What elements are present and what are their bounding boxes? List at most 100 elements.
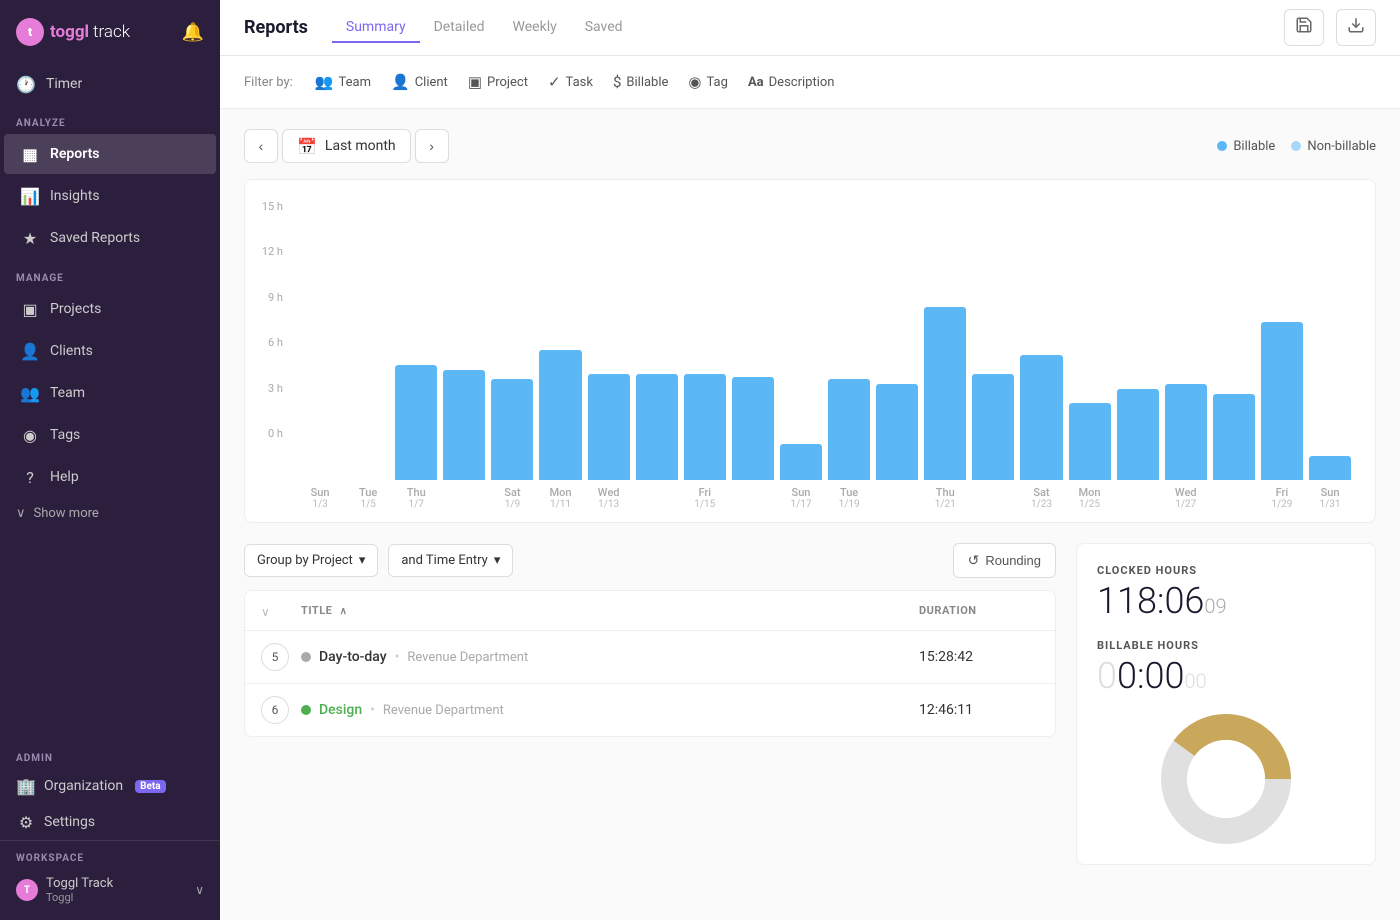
chart-bar-group	[539, 240, 581, 480]
logo-toggl: toggl	[50, 22, 89, 42]
y-label-9h: 9 h	[261, 291, 283, 304]
sidebar-item-settings[interactable]: ⚙ Settings	[0, 804, 220, 840]
tab-saved[interactable]: Saved	[571, 13, 637, 43]
chart-bar[interactable]	[1309, 456, 1351, 480]
clocked-hours-block: CLOCKED HOURS 118:0609	[1097, 564, 1355, 619]
chart-y-labels: 15 h 12 h 9 h 6 h 3 h 0 h	[261, 200, 291, 440]
rounding-button[interactable]: ↺ Rounding	[953, 543, 1056, 578]
chart-bar[interactable]	[1261, 322, 1303, 480]
workspace-section: WORKSPACE T Toggl Track Toggl ∨	[0, 840, 220, 920]
insights-icon: 📊	[20, 186, 40, 206]
clocked-hours-seconds: 09	[1204, 594, 1226, 618]
sidebar-item-organization[interactable]: 🏢 Organization Beta	[0, 768, 220, 804]
filter-description[interactable]: Aa Description	[738, 70, 845, 95]
filter-task[interactable]: ✓ Task	[538, 68, 603, 96]
group-by-select[interactable]: Group by Project ▾	[244, 544, 378, 577]
sidebar-item-insights[interactable]: 📊 Insights	[4, 176, 216, 216]
settings-label: Settings	[44, 814, 95, 830]
chart-x-labels: Sun1/3Tue1/5Thu1/7Sat1/9Mon1/11Wed1/13Fr…	[291, 480, 1359, 510]
client-name-1: Revenue Department	[407, 650, 528, 665]
project-filter-label: Project	[487, 75, 528, 90]
page-title: Reports	[244, 17, 308, 38]
project-dot-2	[301, 705, 311, 715]
task-filter-label: Task	[566, 75, 593, 90]
col-num-header: ∨	[261, 601, 301, 620]
chart-bar[interactable]	[539, 350, 581, 480]
bottom-section: Group by Project ▾ and Time Entry ▾ ↺ Ro…	[244, 543, 1376, 865]
filter-project[interactable]: ▣ Project	[458, 68, 538, 96]
sidebar-item-reports[interactable]: ▦ Reports	[4, 134, 216, 174]
col-duration-header[interactable]: DURATION	[919, 604, 1039, 617]
chart-bar-group	[443, 240, 485, 480]
tab-detailed[interactable]: Detailed	[420, 13, 499, 43]
chart-bar-group	[876, 240, 918, 480]
sidebar-item-tags[interactable]: ◉ Tags	[4, 415, 216, 455]
filter-billable[interactable]: $ Billable	[603, 68, 678, 96]
sidebar-item-team[interactable]: 👥 Team	[4, 373, 216, 413]
team-filter-icon: 👥	[315, 73, 334, 91]
row-duration-1: 15:28:42	[919, 649, 1039, 665]
settings-icon: ⚙	[16, 812, 36, 832]
chart-bar[interactable]	[443, 370, 485, 480]
project-dot-1	[301, 652, 311, 662]
show-more-button[interactable]: ∨ Show more	[0, 498, 220, 529]
row-title-1[interactable]: Day-to-day • Revenue Department	[301, 649, 919, 665]
show-more-label: Show more	[34, 506, 99, 521]
group-by-chevron: ▾	[359, 553, 366, 568]
chart-bar[interactable]	[732, 377, 774, 480]
filter-client[interactable]: 👤 Client	[381, 68, 458, 96]
billable-hours-label: BILLABLE HOURS	[1097, 639, 1355, 652]
sidebar-item-projects[interactable]: ▣ Projects	[4, 289, 216, 329]
chart-bar[interactable]	[1069, 403, 1111, 480]
pie-svg	[1161, 714, 1291, 844]
and-time-entry-select[interactable]: and Time Entry ▾	[388, 544, 513, 577]
chart-bar-group	[636, 240, 678, 480]
prev-date-button[interactable]: ‹	[244, 129, 278, 163]
chart-bar[interactable]	[1165, 384, 1207, 480]
timer-item[interactable]: 🕐 Timer	[0, 64, 220, 104]
description-filter-icon: Aa	[748, 75, 764, 90]
chart-legend: Billable Non-billable	[1217, 139, 1376, 154]
workspace-avatar: T	[16, 879, 38, 901]
chart-bar[interactable]	[1020, 355, 1062, 480]
num-badge-2: 6	[261, 696, 289, 724]
col-title-header[interactable]: TITLE ∧	[301, 604, 919, 617]
sidebar-bottom: ADMIN 🏢 Organization Beta ⚙ Settings WOR…	[0, 739, 220, 920]
help-label: Help	[50, 469, 79, 485]
x-label: Tue1/19	[828, 486, 870, 510]
row-title-2[interactable]: Design • Revenue Department	[301, 702, 919, 718]
chart-bar[interactable]	[491, 379, 533, 480]
chart-bar[interactable]	[588, 374, 630, 480]
chart-bar[interactable]	[828, 379, 870, 480]
save-report-button[interactable]	[1284, 9, 1324, 46]
bell-icon[interactable]: 🔔	[182, 22, 204, 43]
tab-summary[interactable]: Summary	[332, 13, 420, 43]
chart-bar[interactable]	[972, 374, 1014, 480]
description-filter-label: Description	[769, 75, 835, 90]
chart-bar[interactable]	[924, 307, 966, 480]
sidebar-item-clients[interactable]: 👤 Clients	[4, 331, 216, 371]
date-range-label[interactable]: 📅 Last month	[282, 129, 411, 163]
sidebar-item-help[interactable]: ? Help	[4, 457, 216, 497]
filter-tag[interactable]: ◉ Tag	[678, 68, 738, 96]
chart-bar[interactable]	[1117, 389, 1159, 480]
sidebar-item-saved-reports[interactable]: ★ Saved Reports	[4, 218, 216, 258]
x-label: Tue1/5	[347, 486, 389, 510]
download-button[interactable]	[1336, 9, 1376, 46]
chart-bar[interactable]	[636, 374, 678, 480]
chart-bar[interactable]	[1213, 394, 1255, 480]
timer-label: Timer	[46, 76, 82, 92]
content-area: ‹ 📅 Last month › Billable Non-billable	[220, 109, 1400, 920]
chart-bar[interactable]	[876, 384, 918, 480]
next-date-button[interactable]: ›	[415, 129, 449, 163]
workspace-item[interactable]: T Toggl Track Toggl ∨	[16, 872, 204, 908]
x-label: Sat1/9	[491, 486, 533, 510]
chart-bar[interactable]	[395, 365, 437, 480]
clocked-hours-main: 118:06	[1097, 580, 1204, 622]
tab-weekly[interactable]: Weekly	[499, 13, 571, 43]
chart-bar[interactable]	[780, 444, 822, 480]
table-row: 5 Day-to-day • Revenue Department 15:28:…	[245, 631, 1055, 684]
filter-team[interactable]: 👥 Team	[305, 68, 381, 96]
chart-with-labels: 15 h 12 h 9 h 6 h 3 h 0 h Sun1/3Tue1/5Th…	[261, 200, 1359, 510]
chart-bar[interactable]	[684, 374, 726, 480]
